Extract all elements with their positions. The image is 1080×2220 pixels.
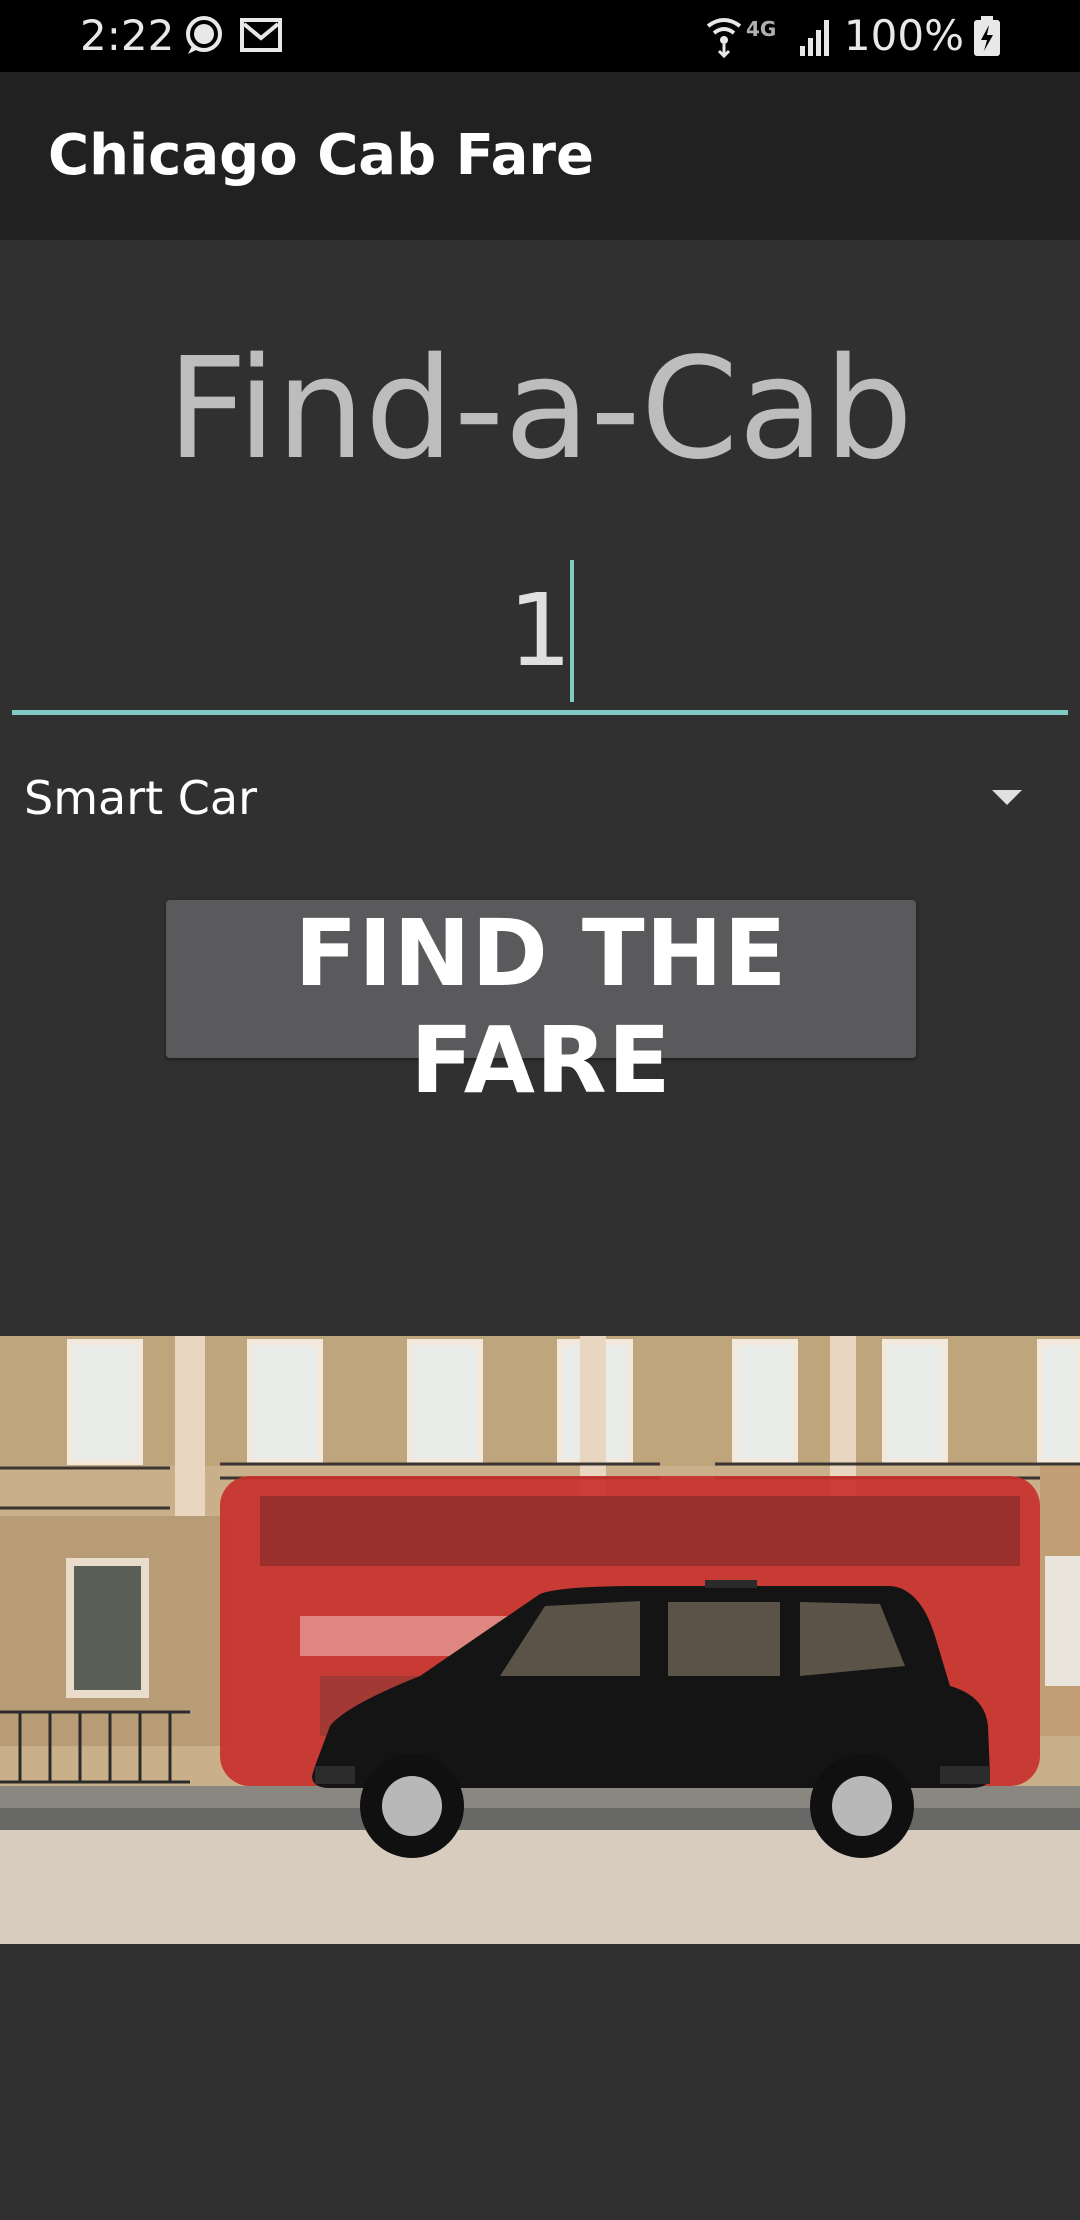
battery-charging-icon [974, 16, 1000, 56]
status-time: 2:22 [80, 11, 175, 60]
app-title: Chicago Cab Fare [48, 123, 595, 188]
taxi-photo [0, 1336, 1080, 1944]
lte-icon: 4G [746, 17, 776, 41]
svg-text:4G: 4G [746, 17, 776, 41]
battery-percent: 100% [843, 11, 964, 60]
status-bar: 2:22 4G 100% [0, 0, 1080, 72]
status-right-icons: 4G 100% [704, 12, 1000, 60]
chat-bubble-icon [186, 16, 222, 54]
signal-icon [799, 20, 829, 56]
distance-input[interactable] [12, 550, 1068, 715]
gmail-icon [240, 18, 282, 52]
app-bar: Chicago Cab Fare [0, 72, 1080, 240]
page-heading: Find-a-Cab [166, 328, 914, 491]
main-content: Find-a-Cab Smart Car FIND THE FARE [0, 240, 1080, 2220]
wifi-icon [706, 18, 742, 58]
text-cursor [570, 560, 574, 702]
find-fare-button[interactable]: FIND THE FARE [166, 900, 916, 1114]
notification-icons [184, 14, 284, 63]
vehicle-type-spinner[interactable]: Smart Car [0, 740, 1080, 850]
dropdown-arrow-icon [992, 790, 1022, 805]
spinner-selected-value: Smart Car [24, 771, 257, 825]
